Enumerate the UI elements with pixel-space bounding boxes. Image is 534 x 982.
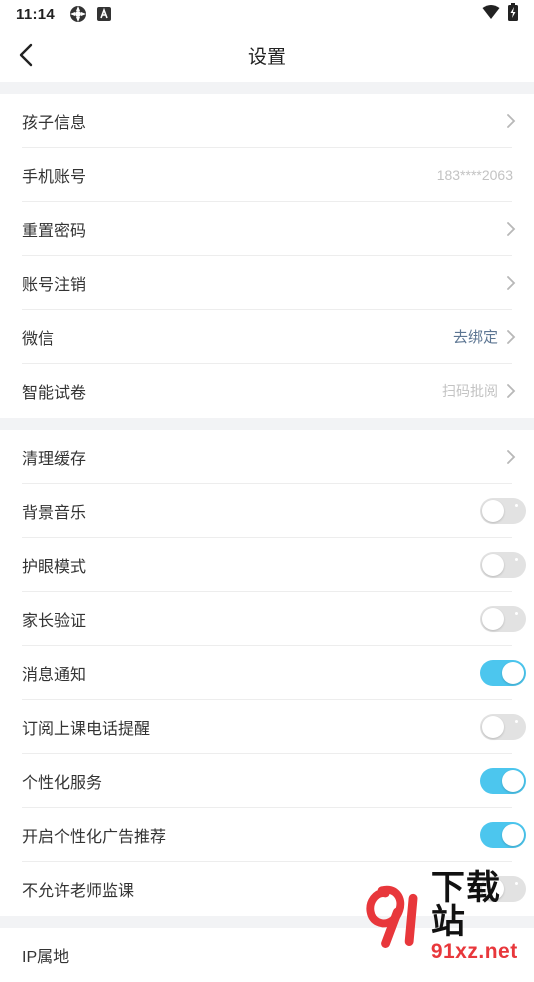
settings-row-wechat[interactable]: 微信 去绑定 bbox=[22, 310, 516, 364]
toggle-knob bbox=[482, 553, 504, 576]
row-label: 个性化服务 bbox=[22, 774, 103, 792]
row-label: 手机账号 bbox=[22, 168, 87, 186]
row-label: 家长验证 bbox=[22, 612, 87, 630]
eye-care-toggle[interactable] bbox=[480, 551, 526, 578]
row-label: 消息通知 bbox=[22, 666, 87, 684]
settings-row-smart-paper[interactable]: 智能试卷 扫码批阅 bbox=[22, 364, 516, 418]
row-label: 智能试卷 bbox=[22, 385, 87, 402]
personalized-ads-toggle[interactable] bbox=[480, 821, 526, 848]
battery-charging-icon bbox=[508, 3, 518, 25]
chevron-right-icon bbox=[506, 113, 516, 129]
row-label: 不允许老师监课 bbox=[22, 883, 135, 900]
background-music-toggle[interactable] bbox=[480, 497, 526, 524]
settings-group-account: 孩子信息 手机账号 183****2063 重置密码 账号注销 微信 去绑定 智… bbox=[0, 94, 534, 418]
watermark-91-icon bbox=[366, 885, 418, 948]
back-button[interactable] bbox=[10, 39, 42, 71]
row-label: 清理缓存 bbox=[22, 450, 87, 468]
toggle-knob bbox=[502, 769, 524, 792]
chevron-right-icon bbox=[506, 329, 516, 345]
toggle-knob bbox=[482, 499, 504, 522]
watermark-logo: 下载站 91xz.net bbox=[360, 871, 534, 962]
row-label: 微信 bbox=[22, 330, 55, 348]
settings-row-eye-care: 护眼模式 bbox=[22, 538, 526, 592]
toggle-dot bbox=[515, 557, 518, 561]
settings-row-clear-cache[interactable]: 清理缓存 bbox=[22, 430, 516, 484]
settings-row-phone-account[interactable]: 手机账号 183****2063 bbox=[22, 148, 513, 202]
toggle-knob bbox=[502, 823, 524, 846]
chevron-left-icon bbox=[19, 43, 33, 67]
status-bar: 11:14 bbox=[0, 0, 534, 28]
nav-bar: 设置 bbox=[0, 28, 534, 82]
status-time: 11:14 bbox=[16, 5, 56, 23]
notifications-toggle[interactable] bbox=[480, 659, 526, 686]
parent-verify-toggle[interactable] bbox=[480, 605, 526, 632]
row-label: 账号注销 bbox=[22, 276, 87, 294]
settings-row-personalized-service: 个性化服务 bbox=[22, 754, 526, 808]
settings-gear-icon bbox=[69, 5, 87, 23]
toggle-knob bbox=[482, 715, 504, 738]
settings-row-class-call-reminder: 订阅上课电话提醒 bbox=[22, 700, 526, 754]
settings-row-personalized-ads: 开启个性化广告推荐 bbox=[22, 808, 526, 862]
settings-row-background-music: 背景音乐 bbox=[22, 484, 526, 538]
wechat-bind-link[interactable]: 去绑定 bbox=[453, 326, 498, 347]
settings-row-child-info[interactable]: 孩子信息 bbox=[22, 94, 516, 148]
row-label: 重置密码 bbox=[22, 222, 87, 240]
a-notification-icon bbox=[97, 7, 112, 21]
toggle-dot bbox=[515, 719, 518, 723]
chevron-right-icon bbox=[506, 221, 516, 237]
scan-review-value: 扫码批阅 bbox=[442, 383, 498, 399]
section-divider bbox=[0, 82, 534, 94]
settings-row-reset-password[interactable]: 重置密码 bbox=[22, 202, 516, 256]
settings-row-notifications: 消息通知 bbox=[22, 646, 526, 700]
chevron-right-icon bbox=[506, 383, 516, 399]
wifi-icon bbox=[482, 4, 500, 24]
row-label: 订阅上课电话提醒 bbox=[22, 720, 151, 738]
personalized-service-toggle[interactable] bbox=[480, 767, 526, 794]
toggle-knob bbox=[482, 607, 504, 630]
page-title: 设置 bbox=[247, 46, 286, 68]
settings-row-delete-account[interactable]: 账号注销 bbox=[22, 256, 516, 310]
settings-group-preferences: 清理缓存 背景音乐 护眼模式 家长验证 消息通知 订阅上课电话提醒 个性化服务 … bbox=[0, 430, 534, 916]
chevron-right-icon bbox=[506, 449, 516, 465]
chevron-right-icon bbox=[506, 275, 516, 291]
settings-row-parent-verify: 家长验证 bbox=[22, 592, 526, 646]
watermark-cn-text: 下载站 bbox=[430, 868, 501, 941]
section-divider bbox=[0, 418, 534, 430]
row-label: 开启个性化广告推荐 bbox=[22, 828, 167, 846]
row-label: 护眼模式 bbox=[22, 558, 87, 576]
watermark-en-text: 91xz.net bbox=[430, 939, 518, 963]
toggle-dot bbox=[515, 611, 518, 615]
class-call-reminder-toggle[interactable] bbox=[480, 713, 526, 740]
row-label: 背景音乐 bbox=[22, 504, 87, 522]
toggle-knob bbox=[502, 661, 524, 684]
phone-number-value: 183****2063 bbox=[436, 166, 513, 183]
row-label: IP属地 bbox=[22, 949, 70, 966]
row-label: 孩子信息 bbox=[22, 114, 87, 132]
toggle-dot bbox=[515, 503, 518, 507]
